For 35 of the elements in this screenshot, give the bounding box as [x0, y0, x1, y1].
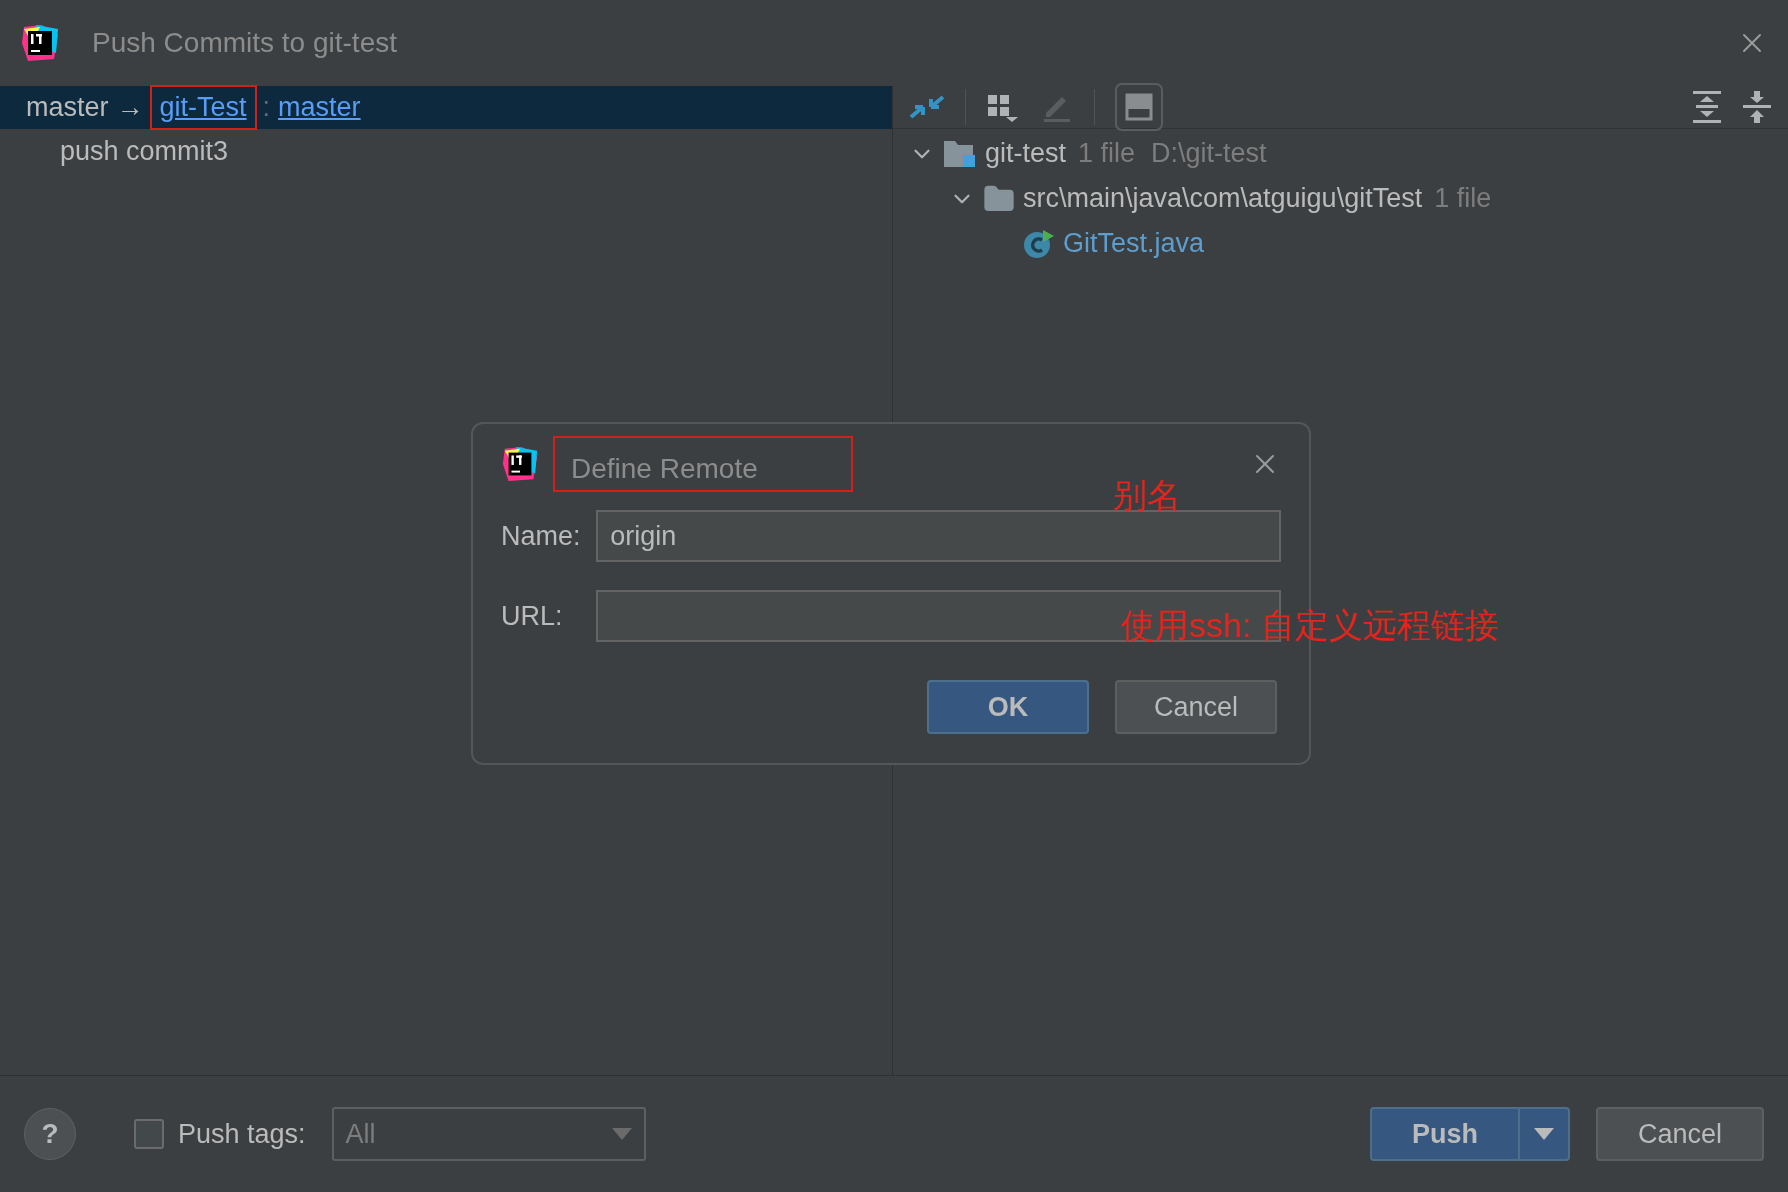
preview-toggle-icon[interactable]: [1115, 83, 1163, 131]
tree-item-label[interactable]: src\main\java\com\atguigu\gitTest: [1023, 178, 1423, 219]
help-button[interactable]: ?: [24, 1108, 76, 1160]
local-branch: master: [26, 91, 109, 125]
annotation-note: 使用ssh: 自定义远程链接: [1121, 605, 1499, 646]
push-tags-dropdown[interactable]: All: [331, 1107, 646, 1161]
ok-button[interactable]: OK: [927, 680, 1089, 734]
dropdown-caret-icon: [1533, 1128, 1554, 1140]
push-target-row[interactable]: master → git-Test : master: [0, 86, 892, 129]
field-label: URL:: [501, 599, 564, 633]
repository-folder-icon: [943, 138, 977, 169]
tree-item-label[interactable]: GitTest.java: [1063, 223, 1205, 264]
expand-all-icon[interactable]: [1692, 90, 1722, 124]
collapse-all-icon[interactable]: [1742, 90, 1772, 124]
remote-link[interactable]: git-Test: [151, 87, 255, 128]
repository-path: D:\git-test: [1151, 137, 1267, 171]
arrow-glyph: →: [116, 91, 144, 125]
cancel-button[interactable]: Cancel: [1115, 680, 1277, 734]
dropdown-caret-icon: [611, 1128, 632, 1140]
push-split-button[interactable]: Push: [1369, 1107, 1570, 1161]
commit-message[interactable]: push commit3: [0, 129, 892, 174]
window-title: Push Commits to git-test: [92, 26, 398, 60]
file-count: 1 file: [1078, 137, 1136, 171]
push-tags-checkbox[interactable]: [134, 1119, 164, 1149]
tree-item-label[interactable]: git-test: [985, 133, 1067, 174]
separator-glyph: :: [262, 91, 271, 125]
cancel-button[interactable]: Cancel: [1595, 1107, 1764, 1161]
app-logo-icon: [20, 23, 60, 63]
file-count: 1 file: [1434, 182, 1492, 216]
field-label: Name:: [501, 519, 582, 553]
push-tags-label: Push tags:: [178, 1117, 306, 1151]
remote-branch-link[interactable]: master: [278, 87, 361, 128]
dialog-title: Define Remote: [555, 438, 851, 490]
java-class-icon: [1023, 227, 1055, 260]
app-logo-icon: [501, 445, 539, 483]
